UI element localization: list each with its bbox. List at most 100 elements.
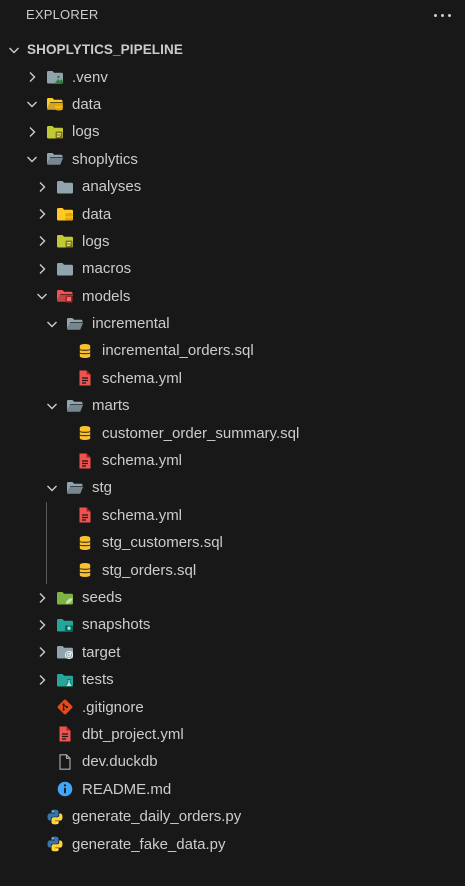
folder-open-icon xyxy=(46,151,64,167)
chevron-right-icon[interactable] xyxy=(34,206,50,222)
twistie-placeholder xyxy=(54,453,70,469)
twistie-placeholder xyxy=(34,781,50,797)
file-tree: SHOPLYTICS_PIPELINE .venv data logs shoplyti… xyxy=(0,36,465,858)
tree-folder[interactable]: macros xyxy=(0,255,465,282)
tree-file[interactable]: stg_orders.sql xyxy=(0,556,465,583)
chevron-down-icon[interactable] xyxy=(44,480,60,496)
python-icon xyxy=(46,809,64,825)
tree-item-label: models xyxy=(82,287,131,305)
more-actions-button[interactable] xyxy=(431,4,453,26)
tree-item-label: generate_daily_orders.py xyxy=(72,808,242,826)
tree-item-label: schema.yml xyxy=(102,369,183,387)
tree-folder[interactable]: tests xyxy=(0,666,465,693)
tree-folder[interactable]: logs xyxy=(0,118,465,145)
folder-icon xyxy=(56,261,74,277)
tree-folder[interactable]: snapshots xyxy=(0,611,465,638)
tree-item-label: target xyxy=(82,643,121,661)
tree-file[interactable]: schema.yml xyxy=(0,365,465,392)
tree-file[interactable]: incremental_orders.sql xyxy=(0,337,465,364)
more-dot-icon xyxy=(447,13,451,17)
tree-item-label: incremental xyxy=(92,315,170,333)
twistie-placeholder xyxy=(24,809,40,825)
chevron-down-icon[interactable] xyxy=(34,288,50,304)
explorer-title: EXPLORER xyxy=(26,7,99,22)
tree-folder[interactable]: analyses xyxy=(0,173,465,200)
twistie-placeholder xyxy=(24,836,40,852)
chevron-right-icon[interactable] xyxy=(34,233,50,249)
more-dot-icon xyxy=(433,13,437,17)
tree-item-label: stg_customers.sql xyxy=(102,534,223,552)
tree-folder[interactable]: target xyxy=(0,639,465,666)
tree-file[interactable]: generate_fake_data.py xyxy=(0,830,465,857)
tree-folder[interactable]: models xyxy=(0,283,465,310)
tree-item-label: stg_orders.sql xyxy=(102,561,197,579)
tree-file[interactable]: dev.duckdb xyxy=(0,748,465,775)
tree-folder[interactable]: seeds xyxy=(0,584,465,611)
tree-folder[interactable]: data xyxy=(0,200,465,227)
tree-file[interactable]: schema.yml xyxy=(0,502,465,529)
tree-file[interactable]: schema.yml xyxy=(0,447,465,474)
folder-open-icon xyxy=(66,480,84,496)
chevron-down-icon[interactable] xyxy=(44,398,60,414)
python-icon xyxy=(46,836,64,852)
data-folder-icon xyxy=(56,206,74,222)
chevron-right-icon[interactable] xyxy=(34,261,50,277)
tree-file[interactable]: README.md xyxy=(0,776,465,803)
tree-folder[interactable]: shoplytics xyxy=(0,146,465,173)
tree-item-label: dev.duckdb xyxy=(82,753,158,771)
data-folder-open-icon xyxy=(46,96,64,112)
tree-folder[interactable]: data xyxy=(0,91,465,118)
tree-item-label: data xyxy=(72,95,102,113)
database-icon xyxy=(76,562,94,578)
chevron-down-icon[interactable] xyxy=(24,151,40,167)
tree-folder[interactable]: marts xyxy=(0,392,465,419)
indent-guide xyxy=(46,501,47,584)
logs-folder-icon xyxy=(46,124,64,140)
git-icon xyxy=(56,699,74,715)
chevron-right-icon[interactable] xyxy=(34,590,50,606)
tests-folder-icon xyxy=(56,672,74,688)
tree-item-label: incremental_orders.sql xyxy=(102,342,254,360)
explorer-header: EXPLORER xyxy=(0,0,465,30)
tree-folder[interactable]: incremental xyxy=(0,310,465,337)
chevron-down-icon[interactable] xyxy=(6,42,22,58)
tree-item-label: dbt_project.yml xyxy=(82,725,184,743)
tree-item-label: logs xyxy=(72,123,100,141)
tree-file[interactable]: generate_daily_orders.py xyxy=(0,803,465,830)
tree-item-label: .venv xyxy=(72,68,108,86)
folder-icon xyxy=(56,179,74,195)
twistie-placeholder xyxy=(34,726,50,742)
tree-item-label: seeds xyxy=(82,589,123,606)
yaml-file-icon xyxy=(76,453,94,469)
chevron-right-icon[interactable] xyxy=(24,124,40,140)
tree-file[interactable]: stg_customers.sql xyxy=(0,529,465,556)
tree-folder[interactable]: logs xyxy=(0,228,465,255)
tree-item-label: generate_fake_data.py xyxy=(72,835,226,853)
twistie-placeholder xyxy=(34,754,50,770)
twistie-placeholder xyxy=(54,507,70,523)
chevron-down-icon[interactable] xyxy=(24,96,40,112)
tree-folder[interactable]: .venv xyxy=(0,63,465,90)
database-icon xyxy=(76,535,94,551)
tree-item-label: snapshots xyxy=(82,616,151,634)
chevron-right-icon[interactable] xyxy=(34,672,50,688)
twistie-placeholder xyxy=(54,535,70,551)
tree-item-label: customer_order_summary.sql xyxy=(102,424,300,442)
workspace-root[interactable]: SHOPLYTICS_PIPELINE xyxy=(0,36,465,63)
tree-file[interactable]: .gitignore xyxy=(0,693,465,720)
chevron-right-icon[interactable] xyxy=(24,69,40,85)
twistie-placeholder xyxy=(54,370,70,386)
tree-file[interactable]: dbt_project.yml xyxy=(0,721,465,748)
twistie-placeholder xyxy=(54,562,70,578)
database-icon xyxy=(76,343,94,359)
yaml-file-icon xyxy=(76,370,94,386)
models-folder-open-icon xyxy=(56,288,74,304)
twistie-placeholder xyxy=(54,425,70,441)
tree-folder[interactable]: stg xyxy=(0,474,465,501)
target-folder-icon xyxy=(56,644,74,660)
chevron-right-icon[interactable] xyxy=(34,617,50,633)
chevron-right-icon[interactable] xyxy=(34,644,50,660)
tree-file[interactable]: customer_order_summary.sql xyxy=(0,419,465,446)
chevron-right-icon[interactable] xyxy=(34,179,50,195)
chevron-down-icon[interactable] xyxy=(44,316,60,332)
